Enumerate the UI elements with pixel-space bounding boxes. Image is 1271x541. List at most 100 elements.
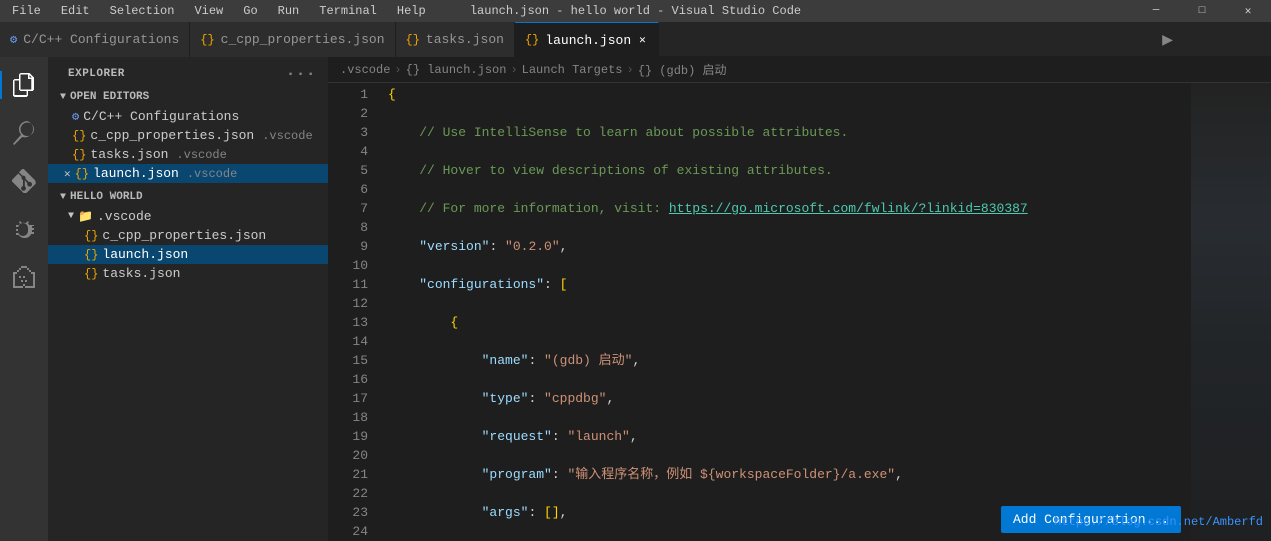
open-editor-tasks[interactable]: {} tasks.json .vscode [48, 145, 328, 164]
open-editor-launch-label: launch.json [93, 166, 179, 181]
json-file-icon-2: {} [72, 148, 86, 162]
open-editor-cpp-props-suffix: .vscode [262, 129, 312, 143]
tab-tasks[interactable]: {} tasks.json [396, 22, 515, 57]
editor-container: .vscode › {} launch.json › Launch Target… [328, 57, 1271, 541]
main-body: EXPLORER ··· ▼ OPEN EDITORS ⚙ C/C++ Conf… [0, 57, 1271, 541]
json-icon-1: {} [200, 33, 214, 47]
breadcrumb-vscode[interactable]: .vscode [340, 63, 390, 77]
open-editor-cpp-label: C/C++ Configurations [83, 109, 239, 124]
code-line-3: // Hover to view descriptions of existin… [388, 161, 1191, 180]
json-file-icon-3: {} [75, 167, 89, 181]
tab-cpp-config[interactable]: ⚙ C/C++ Configurations [0, 22, 190, 57]
open-editor-cpp-props[interactable]: {} c_cpp_properties.json .vscode [48, 126, 328, 145]
sidebar: EXPLORER ··· ▼ OPEN EDITORS ⚙ C/C++ Conf… [48, 57, 328, 541]
tree-cpp-props[interactable]: {} c_cpp_properties.json [48, 226, 328, 245]
json-icon-2: {} [406, 33, 420, 47]
hello-world-label: HELLO WORLD [70, 191, 143, 203]
close-button[interactable]: ✕ [1225, 0, 1271, 22]
cpp-icon: ⚙ [10, 32, 17, 47]
open-editor-launch-suffix: .vscode [187, 167, 237, 181]
breadcrumb-sep-3: › [626, 63, 633, 77]
tab-launch-label: launch.json [545, 33, 631, 48]
tab-bar: ⚙ C/C++ Configurations {} c_cpp_properti… [0, 22, 1271, 57]
menu-selection[interactable]: Selection [106, 2, 179, 20]
json-file-icon-1: {} [72, 129, 86, 143]
menu-file[interactable]: File [8, 2, 45, 20]
tree-launch[interactable]: {} launch.json [48, 245, 328, 264]
tab-launch[interactable]: {} launch.json ✕ [515, 22, 659, 57]
json-icon-tree-2: {} [84, 248, 98, 262]
code-line-5: "version": "0.2.0", [388, 237, 1191, 256]
activity-git[interactable] [0, 157, 48, 205]
tab-c-cpp-props[interactable]: {} c_cpp_properties.json [190, 22, 395, 57]
breadcrumb-sep-2: › [510, 63, 517, 77]
line-numbers: 12345 678910 1112131415 1617181920 21222… [328, 83, 376, 541]
code-line-11: "program": "输入程序名称，例如 ${workspaceFolder}… [388, 465, 1191, 484]
json-icon-3: {} [525, 33, 539, 47]
open-editors-chevron: ▼ [60, 92, 66, 103]
tab-tasks-label: tasks.json [426, 32, 504, 47]
open-editor-tasks-label: tasks.json [90, 147, 168, 162]
menu-terminal[interactable]: Terminal [315, 2, 381, 20]
menu-go[interactable]: Go [239, 2, 261, 20]
breadcrumb-json[interactable]: {} launch.json [406, 63, 507, 77]
code-content: { // Use IntelliSense to learn about pos… [376, 83, 1191, 541]
menu-help[interactable]: Help [393, 2, 430, 20]
window-controls: ─ □ ✕ [1133, 0, 1271, 22]
tree-tasks[interactable]: {} tasks.json [48, 264, 328, 283]
breadcrumb-sep-1: › [394, 63, 401, 77]
code-line-1: { [388, 85, 1191, 104]
tree-tasks-label: tasks.json [102, 266, 180, 281]
code-line-2: // Use IntelliSense to learn about possi… [388, 123, 1191, 142]
tab-cpp-config-label: C/C++ Configurations [23, 32, 179, 47]
menu-run[interactable]: Run [274, 2, 304, 20]
open-editor-cpp[interactable]: ⚙ C/C++ Configurations [48, 107, 328, 126]
blog-link[interactable]: https://blog.csdn.net/Amberfd [1046, 511, 1271, 533]
cpp-file-icon: ⚙ [72, 109, 79, 124]
code-editor[interactable]: 12345 678910 1112131415 1617181920 21222… [328, 83, 1271, 541]
breadcrumb-gdb[interactable]: {} (gdb) 启动 [638, 61, 727, 78]
tree-cpp-props-label: c_cpp_properties.json [102, 228, 266, 243]
open-editors-section[interactable]: ▼ OPEN EDITORS [48, 87, 328, 107]
menu-bar: File Edit Selection View Go Run Terminal… [8, 2, 430, 20]
tab-c-cpp-props-label: c_cpp_properties.json [221, 32, 385, 47]
activity-debug[interactable] [0, 205, 48, 253]
vscode-folder[interactable]: ▼ 📁 .vscode [48, 207, 328, 226]
activity-search[interactable] [0, 109, 48, 157]
minimap [1191, 83, 1271, 541]
breadcrumb-targets[interactable]: Launch Targets [522, 63, 623, 77]
tab-close-button[interactable]: ✕ [637, 32, 648, 48]
tree-launch-label: launch.json [102, 247, 188, 262]
window-title: launch.json - hello world - Visual Studi… [470, 4, 801, 18]
sidebar-more-button[interactable]: ··· [286, 65, 316, 83]
breadcrumb: .vscode › {} launch.json › Launch Target… [328, 57, 1271, 83]
title-bar: File Edit Selection View Go Run Terminal… [0, 0, 1271, 22]
menu-view[interactable]: View [190, 2, 227, 20]
menu-edit[interactable]: Edit [57, 2, 94, 20]
activity-bar [0, 57, 48, 541]
app: ⚙ C/C++ Configurations {} c_cpp_properti… [0, 22, 1271, 541]
hello-world-section[interactable]: ▼ HELLO WORLD [48, 187, 328, 207]
open-editors-label: OPEN EDITORS [70, 91, 149, 103]
open-editor-tasks-suffix: .vscode [176, 148, 226, 162]
vscode-folder-label: .vscode [97, 209, 152, 224]
open-editor-launch[interactable]: ✕ {} launch.json .vscode [48, 164, 328, 183]
code-line-9: "type": "cppdbg", [388, 389, 1191, 408]
vscode-folder-chevron: ▼ [68, 211, 74, 222]
minimize-button[interactable]: ─ [1133, 0, 1179, 22]
sidebar-header: EXPLORER ··· [48, 57, 328, 87]
maximize-button[interactable]: □ [1179, 0, 1225, 22]
code-line-8: "name": "(gdb) 启动", [388, 351, 1191, 370]
activity-extensions[interactable] [0, 253, 48, 301]
code-line-7: { [388, 313, 1191, 332]
hello-world-chevron: ▼ [60, 192, 66, 203]
open-editor-cpp-props-label: c_cpp_properties.json [90, 128, 254, 143]
code-line-6: "configurations": [ [388, 275, 1191, 294]
minimap-content [1191, 83, 1271, 541]
activity-files[interactable] [0, 61, 48, 109]
folder-icon: 📁 [78, 209, 93, 224]
code-line-10: "request": "launch", [388, 427, 1191, 446]
run-button[interactable]: ▶ [1150, 22, 1185, 57]
close-icon-launch[interactable]: ✕ [64, 167, 71, 181]
sidebar-title: EXPLORER [68, 68, 125, 80]
